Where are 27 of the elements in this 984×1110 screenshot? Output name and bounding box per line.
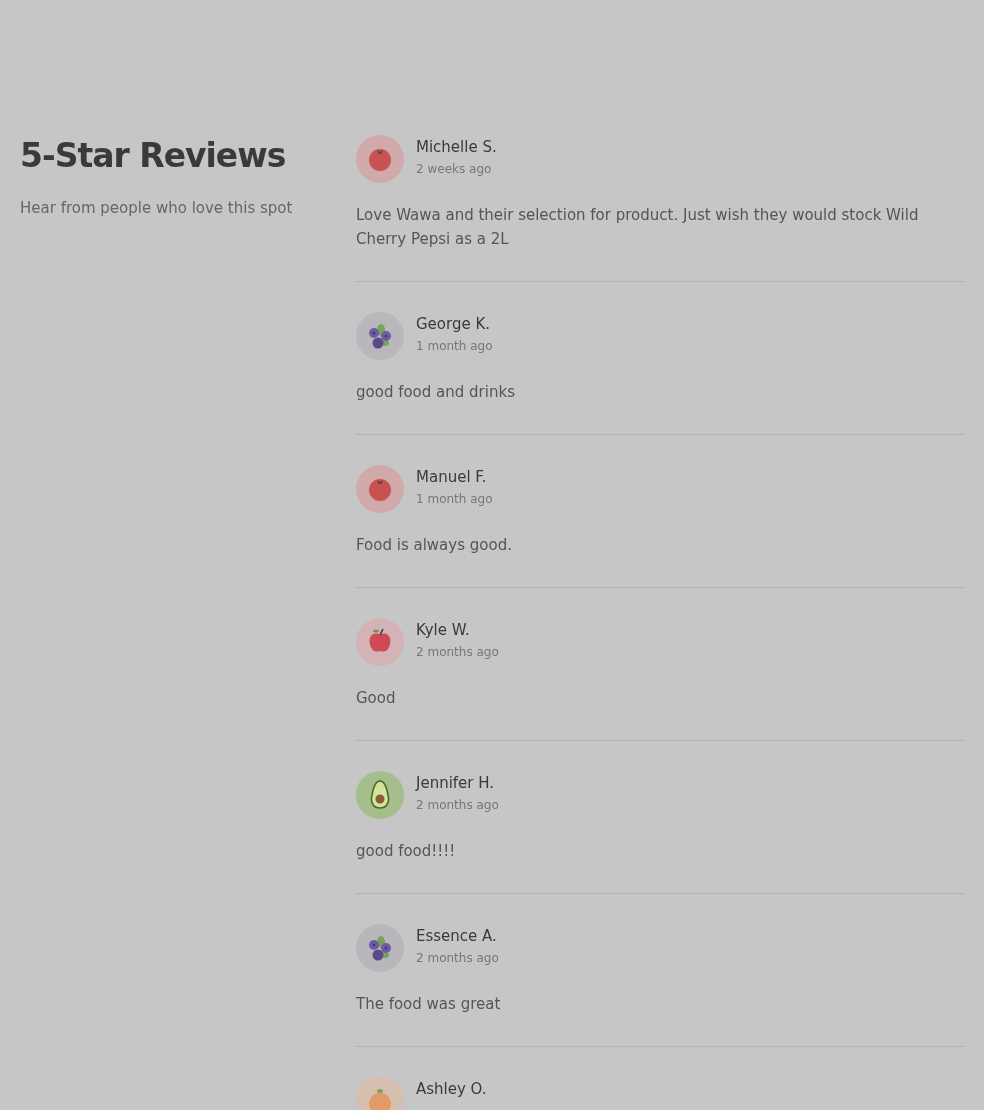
reviewer-name: George K. [416,314,492,334]
reviewer-name: Ashley O. [416,1079,487,1099]
review-text: Good [356,688,397,709]
section-subtitle: Hear from people who love this spot [20,199,294,217]
avocado-icon [356,771,404,819]
review-date: 2 months ago [416,950,499,966]
review-text: Food is always good. [356,535,513,556]
reviewer-name: Michelle S. [416,137,497,157]
review-text: The food was great [356,994,502,1015]
review-date: 1 month ago [416,338,493,354]
blueberries-icon [356,312,404,360]
blueberries-icon [356,924,404,972]
reviewer-name: Essence A. [416,926,498,946]
review-text: good food and drinks [356,382,516,403]
review-text: good food!!!! [356,841,457,862]
tomato-icon [356,465,404,513]
reviewer-name: Jennifer H. [416,773,496,793]
section-title: 5-Star Reviews [20,135,287,177]
tomato-icon [356,135,404,183]
reviewer-name: Kyle W. [416,620,471,640]
apple-icon [356,618,404,666]
review-text: Love Wawa and their selection for product. Just wish they would stock Wild Cherry Pepsi as a 2L [356,205,920,250]
reviewer-name: Manuel F. [416,467,488,487]
review-date: 1 month ago [416,491,493,507]
review-date: 2 months ago [416,644,499,660]
review-date: 2 weeks ago [416,161,493,177]
review-date: 2 months ago [416,797,499,813]
